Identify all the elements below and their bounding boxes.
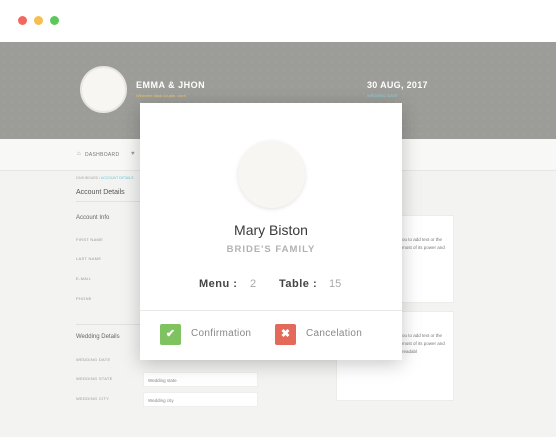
nav-item-dashboard[interactable]: DASHBOARD [85, 152, 119, 158]
menu-label: Menu : [199, 278, 238, 290]
couple-names: EMMA & JHON [136, 80, 206, 90]
field-label-last-name: LAST NAME [76, 256, 102, 261]
modal-divider [140, 310, 402, 311]
close-window-button[interactable] [18, 16, 27, 25]
breadcrumb: DASHBOARD / ACCOUNT DETAILS [76, 176, 134, 180]
wedding-date-label: WEDDING DATE [367, 93, 398, 98]
breadcrumb-current: ACCOUNT DETAILS [100, 176, 134, 180]
wedding-details-title: Wedding Details [76, 334, 120, 340]
card-text: ou to add text or the most of its power … [402, 237, 445, 250]
checkmark-icon: ✔ [160, 324, 181, 345]
cancelation-button[interactable]: ✖ Cancelation [275, 323, 385, 345]
home-icon: ⌂ [77, 151, 81, 157]
guest-name: Mary Biston [234, 222, 308, 238]
confirmation-button[interactable]: ✔ Confirmation [160, 323, 270, 345]
maximize-window-button[interactable] [50, 16, 59, 25]
couple-subtitle: Welcome back couple, user! [136, 93, 187, 98]
confirmation-label: Confirmation [191, 328, 252, 339]
field-label-phone: PHONE [76, 296, 92, 301]
couple-avatar [80, 66, 127, 113]
minimize-window-button[interactable] [34, 16, 43, 25]
field-label-first-name: FIRST NAME [76, 237, 104, 242]
field-label-wedding-city: WEDDING CITY [76, 396, 110, 401]
field-label-email: E-MAIL [76, 276, 92, 281]
wedding-state-input[interactable]: Wedding state [143, 372, 258, 387]
guest-avatar [238, 141, 305, 208]
table-label: Table : [279, 278, 318, 290]
title-bar [0, 0, 556, 42]
card-text: ou to add text or the most of its power … [402, 333, 445, 354]
wedding-city-input[interactable]: Wedding city [143, 392, 258, 407]
guest-modal: Mary Biston BRIDE'S FAMILY Menu : 2 Tabl… [140, 103, 402, 360]
account-details-title: Account Details [76, 189, 125, 196]
field-label-wedding-date: WEDDING DATE [76, 357, 111, 362]
wedding-date: 30 AUG, 2017 [367, 80, 428, 90]
account-info-title: Account Info [76, 215, 110, 221]
field-label-wedding-state: WEDDING STATE [76, 376, 113, 381]
cancelation-label: Cancelation [306, 328, 363, 339]
x-icon: ✖ [275, 324, 296, 345]
table-value: 15 [329, 278, 342, 290]
guest-family: BRIDE'S FAMILY [226, 244, 316, 255]
heart-icon: ♥ [131, 151, 135, 157]
breadcrumb-root[interactable]: DASHBOARD [76, 176, 98, 180]
menu-value: 2 [250, 278, 257, 290]
app-window: EMMA & JHON Welcome back couple, user! 3… [0, 0, 556, 437]
